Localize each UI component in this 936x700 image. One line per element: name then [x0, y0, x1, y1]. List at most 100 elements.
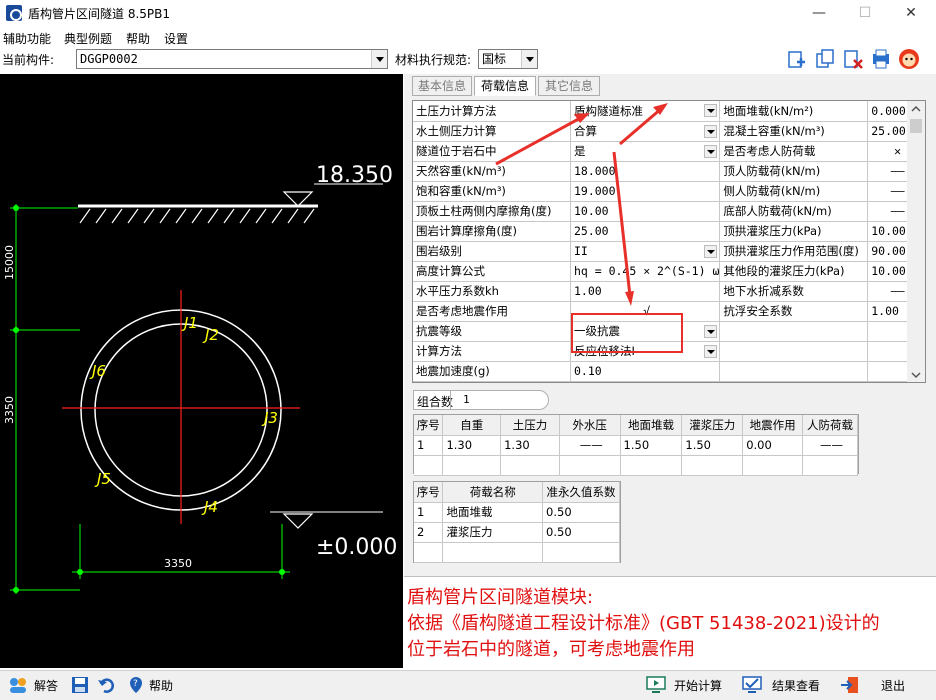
tab-other-info[interactable]: 其它信息	[538, 76, 600, 96]
table-cell[interactable]: 1.50	[681, 435, 744, 456]
dim-top-label: 15000	[3, 245, 16, 280]
combo-count-input[interactable]: 1	[450, 391, 548, 409]
joint-j6: J6	[89, 362, 106, 380]
drawing-canvas[interactable]: 18.350 15000 3350 3350 J1 J2 J3 J4 J5 J6…	[0, 74, 403, 668]
table-cell[interactable]: ——	[559, 435, 621, 456]
quasi-permanent-grid: 序号 荷载名称 准永久值系数 1 地面堆载 0.50 2 灌浆压力 0.50	[413, 481, 621, 563]
spec-label: 材料执行规范:	[395, 53, 472, 67]
info-line-3: 位于岩石中的隧道，可考虑地震作用	[407, 639, 695, 660]
table-cell: 地面堆载	[442, 502, 544, 523]
column-header: 灌浆压力	[681, 415, 744, 436]
param-label	[719, 361, 869, 382]
table-row: 1 1.30 1.30 —— 1.50 1.50 0.00 ——	[414, 435, 858, 456]
menu-assist[interactable]: 辅助功能	[3, 30, 51, 47]
info-line-2: 依据《盾构隧道工程设计标准》(GBT 51438-2021)设计的	[407, 613, 880, 634]
load-factor-grid: 序号 自重 土压力 外水压 地面堆载 灌浆压力 地震作用 人防荷载 1 1.30 1.30 —— 1.…	[413, 414, 859, 476]
param-value[interactable]: 0.10	[570, 361, 721, 382]
param-label	[719, 341, 869, 362]
table-row: 1 地面堆载 0.50	[414, 502, 620, 523]
component-select[interactable]: DGGP0002	[76, 49, 388, 69]
column-header: 土压力	[500, 415, 560, 436]
answer-icon[interactable]	[8, 676, 28, 694]
menu-settings[interactable]: 设置	[164, 30, 188, 47]
tab-load-info[interactable]: 荷载信息	[474, 76, 536, 96]
table-cell: 1	[414, 502, 444, 523]
table-cell[interactable]: 1.30	[500, 435, 560, 456]
module-description: 盾构管片区间隧道模块: 依据《盾构隧道工程设计标准》(GBT 51438-202…	[404, 576, 936, 668]
dim-width-label: 3350	[164, 557, 192, 570]
component-label: 当前构件:	[2, 53, 55, 67]
chevron-down-icon[interactable]	[704, 104, 718, 117]
param-label: 地面堆载(kN/m²)	[719, 101, 869, 122]
menu-examples[interactable]: 典型例题	[64, 30, 112, 47]
joint-j5: J5	[94, 470, 111, 488]
minimize-button[interactable]: —	[796, 0, 842, 26]
title-bar: 盾构管片区间隧道 8.5PB1 — ☐ ✕	[0, 0, 936, 26]
spec-value: 国标	[482, 52, 507, 66]
column-header: 地面堆载	[620, 415, 683, 436]
table-cell: 1	[414, 435, 444, 456]
table-cell[interactable]: 0.50	[542, 502, 620, 523]
param-label: 顶拱灌浆压力(kPa)	[719, 221, 869, 242]
table-row: 2 灌浆压力 0.50	[414, 522, 620, 543]
results-icon[interactable]	[742, 676, 762, 694]
start-calc-button[interactable]: 开始计算	[674, 677, 722, 694]
monitor-icon[interactable]	[646, 676, 666, 694]
maximize-button[interactable]: ☐	[842, 0, 888, 26]
joint-j1: J1	[181, 314, 198, 332]
save-icon[interactable]	[70, 676, 90, 694]
column-header: 序号	[414, 415, 444, 436]
delete-icon[interactable]	[842, 48, 864, 70]
help-icon[interactable]: ?	[126, 676, 146, 694]
table-cell[interactable]: 1.50	[620, 435, 683, 456]
column-header: 自重	[442, 415, 502, 436]
ground-hatch	[79, 208, 315, 224]
app-icon	[6, 5, 22, 21]
chevron-down-icon[interactable]	[704, 144, 718, 158]
avatar-icon[interactable]	[898, 48, 920, 70]
annotation-overlay	[495, 103, 683, 353]
chevron-down-icon[interactable]	[704, 124, 718, 138]
param-label: 顶人防载荷(kN/m)	[719, 161, 869, 182]
spec-select[interactable]: 国标	[478, 49, 538, 69]
add-icon[interactable]	[786, 48, 808, 70]
param-label: 顶拱灌浆压力作用范围(度)	[719, 241, 869, 262]
grid-scrollbar[interactable]	[907, 101, 925, 382]
param-row: 地震加速度(g) 0.10	[413, 361, 925, 382]
close-button[interactable]: ✕	[888, 0, 934, 26]
chevron-down-icon	[371, 50, 387, 68]
exit-button[interactable]: 退出	[881, 677, 905, 694]
svg-text:?: ?	[133, 679, 138, 689]
table-cell: 灌浆压力	[442, 522, 544, 543]
column-header: 准永久值系数	[542, 482, 620, 503]
tab-basic-info[interactable]: 基本信息	[412, 76, 472, 96]
joint-j3: J3	[261, 409, 278, 427]
print-icon[interactable]	[870, 48, 892, 70]
help-button[interactable]: 帮助	[149, 677, 173, 694]
table-cell: 2	[414, 522, 444, 543]
column-header: 荷载名称	[442, 482, 544, 503]
menu-help[interactable]: 帮助	[126, 30, 150, 47]
param-label: 是否考虑人防荷载	[719, 141, 869, 162]
column-header: 地震作用	[742, 415, 804, 436]
view-results-button[interactable]: 结果查看	[772, 677, 820, 694]
exit-icon[interactable]	[840, 676, 860, 694]
chevron-down-icon[interactable]	[704, 344, 718, 358]
table-cell[interactable]: 0.00	[742, 435, 804, 456]
answer-button[interactable]: 解答	[34, 677, 58, 694]
table-cell[interactable]: ——	[802, 435, 858, 456]
window-title: 盾构管片区间隧道 8.5PB1	[28, 7, 171, 21]
param-label: 底部人防载荷(kN/m)	[719, 201, 869, 222]
joint-j2: J2	[202, 326, 219, 344]
copy-icon[interactable]	[814, 48, 836, 70]
table-cell[interactable]: 1.30	[442, 435, 502, 456]
menu-bar: 辅助功能 典型例题 帮助 设置	[0, 27, 936, 47]
undo-icon[interactable]	[97, 676, 117, 694]
table-cell[interactable]: 0.50	[542, 522, 620, 543]
column-header: 序号	[414, 482, 444, 503]
chevron-down-icon[interactable]	[704, 324, 718, 338]
joint-j4: J4	[201, 498, 218, 516]
chevron-down-icon[interactable]	[704, 244, 718, 258]
load-factor-table: 序号 自重 土压力 外水压 地面堆载 灌浆压力 地震作用 人防荷载 1 1.30 1.30 —— 1.…	[414, 415, 858, 476]
column-header: 人防荷载	[802, 415, 858, 436]
